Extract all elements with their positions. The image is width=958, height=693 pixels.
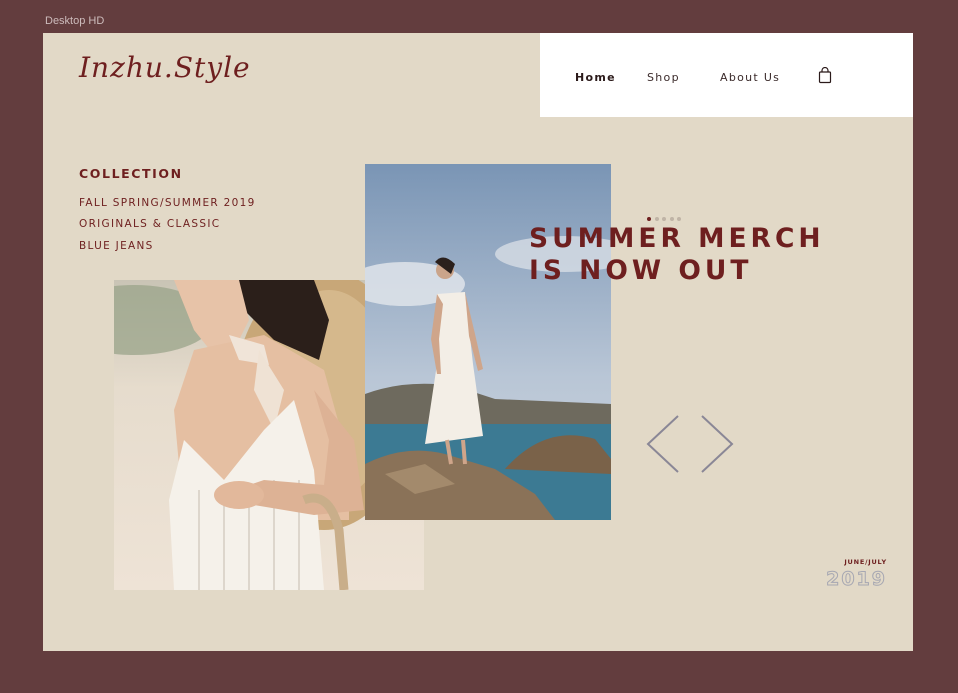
carousel-dot[interactable] (669, 217, 674, 221)
nav-about-us[interactable]: About Us (720, 71, 780, 84)
artboard-label: Desktop HD (45, 15, 105, 27)
nav-home[interactable]: Home (575, 71, 616, 84)
hero-headline-line2: IS NOW OUT (529, 255, 753, 286)
hero-headline: SUMMER MERCH IS NOW OUT (529, 223, 825, 287)
hero-headline-line1: SUMMER MERCH (529, 223, 825, 254)
chevron-right-icon[interactable] (700, 415, 734, 473)
carousel-dot[interactable] (662, 217, 666, 221)
collection-title: COLLECTION (79, 166, 183, 181)
year-label: 2019 (826, 568, 887, 591)
collection-link-fall-spring-summer[interactable]: FALL SPRING/SUMMER 2019 (79, 197, 256, 209)
carousel-dot[interactable] (654, 217, 659, 221)
nav-shop[interactable]: Shop (647, 71, 680, 84)
collection-link-blue-jeans[interactable]: BLUE JEANS (79, 240, 154, 252)
collection-link-originals-classic[interactable]: ORIGINALS & CLASSIC (79, 218, 220, 230)
chevron-left-icon[interactable] (646, 415, 680, 473)
brand-logo[interactable]: Inzhu.Style (79, 51, 251, 84)
top-navigation: Home Shop About Us (540, 33, 913, 117)
model-photo-seaside (365, 164, 611, 520)
landing-page: Inzhu.Style Home Shop About Us COLLECTIO… (43, 33, 913, 651)
season-label: JUNE/JULY (844, 558, 887, 566)
shopping-bag-icon[interactable] (818, 67, 832, 84)
carousel-dot[interactable] (647, 217, 651, 221)
carousel-dot[interactable] (677, 217, 681, 221)
